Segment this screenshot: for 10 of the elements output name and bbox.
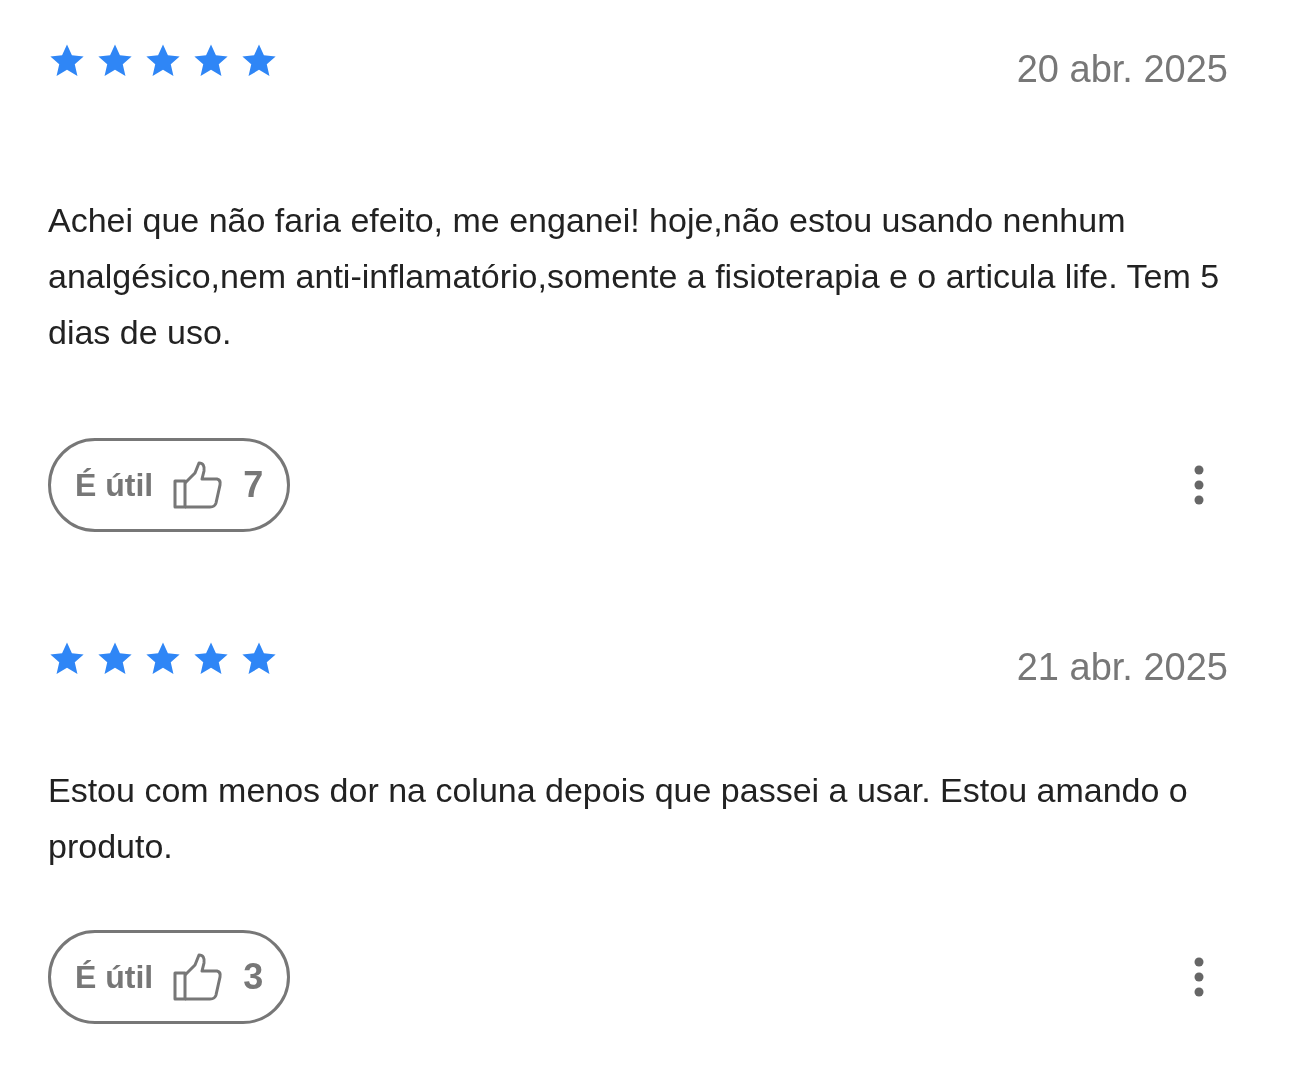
more-icon[interactable] [1194, 465, 1204, 505]
review-text: Estou com menos dor na coluna depois que passei a usar. Estou amando o produto. [48, 770, 1189, 867]
thumbs-up-icon [173, 953, 224, 1001]
helpful-button[interactable]: É útil 3 [48, 930, 291, 1024]
more-icon[interactable] [1194, 957, 1204, 997]
review-date: 21 abr. 2025 [1016, 645, 1228, 690]
review-date: 20 abr. 2025 [1016, 47, 1228, 92]
helpful-button[interactable]: É útil 7 [48, 438, 291, 532]
thumbs-up-icon [173, 461, 224, 509]
review-text: Achei que não faria efeito, me enganei! hoje,não estou usando nenhum analgésico,nem anti-inflamatório,somente a fisioterapia e o articula life. Tem 5 dias de uso. [48, 200, 1221, 353]
